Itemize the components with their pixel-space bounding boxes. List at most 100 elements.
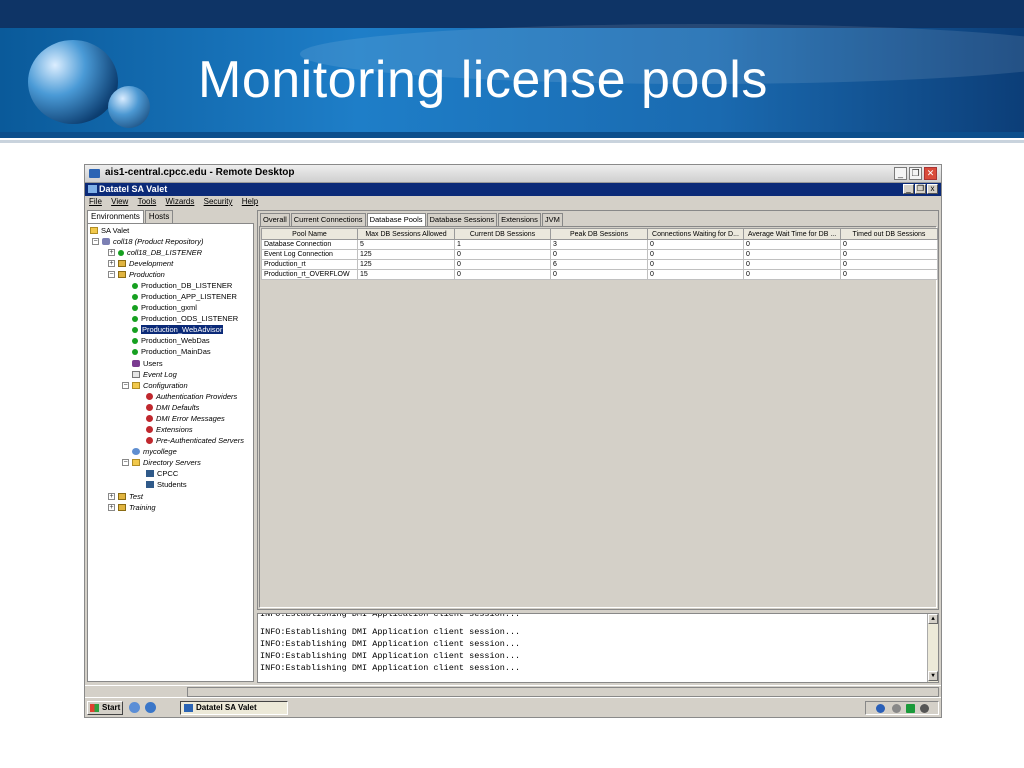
- volume-tray-icon[interactable]: [920, 704, 929, 713]
- menu-view[interactable]: View: [111, 196, 128, 208]
- tree-node[interactable]: Development: [118, 259, 173, 269]
- tree-node[interactable]: Event Log: [132, 370, 177, 380]
- table-cell: 0: [647, 249, 744, 260]
- users-icon: [132, 360, 140, 367]
- menu-file[interactable]: File: [89, 196, 102, 208]
- tree-node-label: Users: [143, 359, 163, 368]
- tree-node[interactable]: Production_gxml: [132, 303, 197, 313]
- app-titlebar[interactable]: Datatel SA Valet _ ❐ x: [85, 183, 941, 196]
- column-header[interactable]: Max DB Sessions Allowed: [357, 228, 455, 240]
- taskbar-item-sa-valet[interactable]: Datatel SA Valet: [180, 701, 288, 715]
- tree-node-label: DMI Error Messages: [156, 414, 225, 423]
- tree-node[interactable]: Authentication Providers: [146, 392, 237, 402]
- menu-help[interactable]: Help: [242, 196, 258, 208]
- table-cell: 0: [840, 249, 938, 260]
- tree-node[interactable]: DMI Defaults: [146, 403, 199, 413]
- app-minimize-button[interactable]: _: [903, 184, 914, 194]
- tree-expander-icon[interactable]: +: [108, 504, 115, 511]
- table-row[interactable]: Event Log Connection 125 0 0 0 0 0: [261, 249, 938, 260]
- tree-node[interactable]: coll18_DB_LISTENER: [118, 248, 202, 258]
- table-row[interactable]: Database Connection 5 1 3 0 0 0: [261, 239, 938, 250]
- tab-database-sessions[interactable]: Database Sessions: [426, 213, 498, 226]
- tab-jvm[interactable]: JVM: [541, 213, 563, 226]
- check-tray-icon[interactable]: [906, 704, 915, 713]
- tree-node[interactable]: SA Valet: [90, 226, 129, 236]
- column-header[interactable]: Current DB Sessions: [454, 228, 551, 240]
- table-cell: 125: [357, 249, 455, 260]
- tree-node[interactable]: Production_WebAdvisor: [132, 325, 224, 335]
- quick-launch-ie-icon[interactable]: [145, 702, 156, 713]
- tree-node[interactable]: Users: [132, 359, 163, 369]
- database-pools-table: Pool Name Max DB Sessions Allowed Current …: [261, 228, 938, 280]
- tree-expander-icon[interactable]: +: [108, 260, 115, 267]
- column-header[interactable]: Timed out DB Sessions: [840, 228, 938, 240]
- table-row[interactable]: Production_rt_OVERFLOW 15 0 0 0 0 0: [261, 269, 938, 280]
- close-button[interactable]: ✕: [924, 167, 937, 180]
- quick-launch-browser-icon[interactable]: [129, 702, 140, 713]
- tab-overall[interactable]: Overall: [260, 213, 290, 226]
- network-tray-icon[interactable]: [892, 704, 901, 713]
- tree-node[interactable]: Students: [146, 480, 187, 490]
- tree-node-label: coll18 (Product Repository): [113, 237, 204, 246]
- column-header[interactable]: Peak DB Sessions: [550, 228, 648, 240]
- green-status-icon: [132, 327, 138, 333]
- tree-node[interactable]: Production: [118, 270, 165, 280]
- tree-node[interactable]: Production_DB_LISTENER: [132, 281, 232, 291]
- tree-node[interactable]: Production_APP_LISTENER: [132, 292, 237, 302]
- tree-node[interactable]: mycollege: [132, 447, 177, 457]
- tree-node[interactable]: Pre-Authenticated Servers: [146, 436, 244, 446]
- tree-expander-icon[interactable]: −: [122, 459, 129, 466]
- tab-current-connections[interactable]: Current Connections: [290, 213, 366, 226]
- tree-expander-icon[interactable]: −: [92, 238, 99, 245]
- help-tray-icon[interactable]: [876, 704, 885, 713]
- app-close-button[interactable]: x: [927, 184, 938, 194]
- menu-tools[interactable]: Tools: [138, 196, 157, 208]
- folder-icon: [132, 459, 140, 466]
- gear-icon: [146, 426, 153, 433]
- tab-environments[interactable]: Environments: [87, 210, 144, 223]
- environment-icon: [118, 493, 126, 500]
- column-header[interactable]: Average Wait Time for DB ...: [743, 228, 841, 240]
- tree-node[interactable]: Directory Servers: [132, 458, 201, 468]
- green-status-icon: [132, 338, 138, 344]
- tree-node[interactable]: Training: [118, 503, 156, 513]
- minimize-button[interactable]: _: [894, 167, 907, 180]
- tree-expander-icon[interactable]: −: [122, 382, 129, 389]
- console-line: INFO:Establishing DMI Application client…: [260, 651, 521, 661]
- tree-expander-icon[interactable]: +: [108, 493, 115, 500]
- log-console[interactable]: ▲ ▼ INFO:Establishing DMI Application cl…: [257, 613, 939, 683]
- column-header[interactable]: Pool Name: [261, 228, 358, 240]
- console-scrollbar[interactable]: ▲ ▼: [927, 614, 938, 682]
- scroll-up-arrow-icon[interactable]: ▲: [928, 614, 938, 624]
- tree-node[interactable]: coll18 (Product Repository): [102, 237, 203, 247]
- table-cell: 0: [743, 259, 841, 270]
- tab-database-pools[interactable]: Database Pools: [366, 213, 426, 226]
- tree-node-label: Test: [129, 492, 143, 501]
- environment-icon: [118, 260, 126, 267]
- tree-node-label: CPCC: [157, 469, 179, 478]
- tree-expander-icon[interactable]: +: [108, 249, 115, 256]
- remote-desktop-window: ais1-central.cpcc.edu - Remote Desktop _…: [84, 164, 942, 718]
- tree-node[interactable]: Extensions: [146, 425, 193, 435]
- scroll-down-arrow-icon[interactable]: ▼: [928, 671, 938, 681]
- tree-node[interactable]: Configuration: [132, 381, 188, 391]
- tab-extensions[interactable]: Extensions: [498, 213, 541, 226]
- tree-node[interactable]: Production_MainDas: [132, 347, 211, 357]
- remote-desktop-titlebar[interactable]: ais1-central.cpcc.edu - Remote Desktop _…: [85, 165, 941, 183]
- table-cell: Production_rt: [261, 259, 358, 270]
- tab-hosts[interactable]: Hosts: [144, 210, 174, 223]
- tree-expander-icon[interactable]: −: [108, 271, 115, 278]
- tree-node[interactable]: Test: [118, 492, 143, 502]
- restore-button[interactable]: ❐: [909, 167, 922, 180]
- app-restore-button[interactable]: ❐: [915, 184, 926, 194]
- tree-node[interactable]: DMI Error Messages: [146, 414, 225, 424]
- tree-node[interactable]: CPCC: [146, 469, 178, 479]
- tree-node[interactable]: Production_WebDas: [132, 336, 210, 346]
- tree-node[interactable]: Production_ODS_LISTENER: [132, 314, 238, 324]
- menu-wizards[interactable]: Wizards: [165, 196, 194, 208]
- start-button[interactable]: Start: [87, 701, 123, 715]
- green-status-icon: [132, 316, 138, 322]
- column-header[interactable]: Connections Waiting for D...: [647, 228, 744, 240]
- menu-security[interactable]: Security: [204, 196, 233, 208]
- table-row[interactable]: Production_rt 125 0 6 0 0 0: [261, 259, 938, 270]
